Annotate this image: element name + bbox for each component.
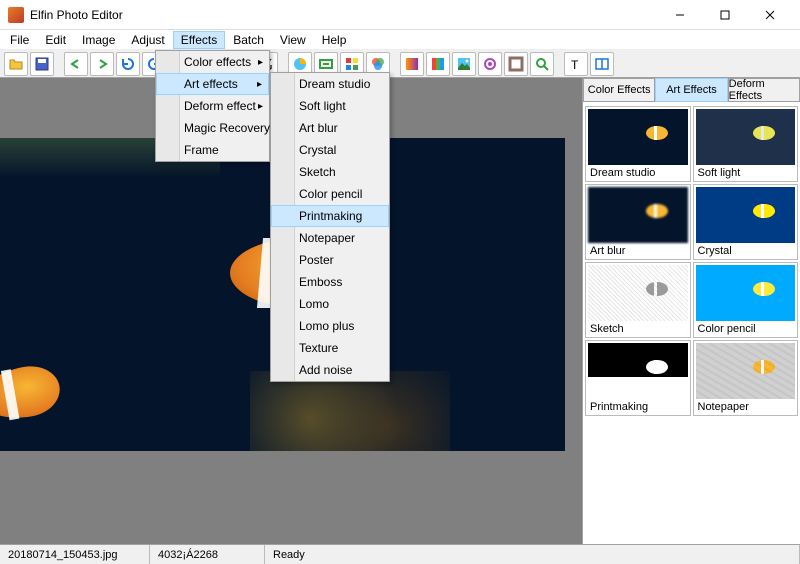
effect-thumb-notepaper[interactable]: Notepaper	[693, 340, 799, 416]
effects-menu-item-deform-effect[interactable]: Deform effect	[156, 95, 269, 117]
title-bar: Elfin Photo Editor	[0, 0, 800, 30]
effects-thumbnails-grid: Dream studio Soft light Art blur Crystal Ske…	[583, 102, 800, 544]
effects-menu-item-magic-recovery[interactable]: Magic Recovery	[156, 117, 269, 139]
undo-icon[interactable]	[64, 52, 88, 76]
effect-thumb-art-blur[interactable]: Art blur	[585, 184, 691, 260]
effect-thumb-soft-light[interactable]: Soft light	[693, 106, 799, 182]
border-icon[interactable]	[504, 52, 528, 76]
thumb-preview	[588, 265, 688, 321]
art-submenu-item-notepaper[interactable]: Notepaper	[271, 227, 389, 249]
thumb-label: Art blur	[588, 243, 688, 257]
lens-icon[interactable]	[478, 52, 502, 76]
art-submenu-item-art-blur[interactable]: Art blur	[271, 117, 389, 139]
window-title: Elfin Photo Editor	[30, 8, 657, 22]
redo-icon[interactable]	[90, 52, 114, 76]
thumb-label: Soft light	[696, 165, 796, 179]
art-submenu-item-crystal[interactable]: Crystal	[271, 139, 389, 161]
art-submenu-item-lomo-plus[interactable]: Lomo plus	[271, 315, 389, 337]
side-tab-color-effects[interactable]: Color Effects	[583, 78, 655, 102]
status-bar: 20180714_150453.jpg 4032¡Á2268 Ready	[0, 544, 800, 564]
art-submenu-item-texture[interactable]: Texture	[271, 337, 389, 359]
art-submenu-item-color-pencil[interactable]: Color pencil	[271, 183, 389, 205]
thumb-label: Notepaper	[696, 399, 796, 413]
effect-thumb-printmaking[interactable]: Printmaking	[585, 340, 691, 416]
menu-adjust[interactable]: Adjust	[123, 31, 172, 49]
panel-icon[interactable]	[590, 52, 614, 76]
app-icon	[8, 7, 24, 23]
menu-bar: FileEditImageAdjustEffectsBatchViewHelp	[0, 30, 800, 50]
thumb-preview	[696, 343, 796, 399]
art-submenu-item-dream-studio[interactable]: Dream studio	[271, 73, 389, 95]
landscape-icon[interactable]	[452, 52, 476, 76]
art-effects-submenu: Dream studioSoft lightArt blurCrystalSke…	[270, 72, 390, 382]
thumb-label: Dream studio	[588, 165, 688, 179]
close-button[interactable]	[747, 0, 792, 30]
side-panel-tabs: Color EffectsArt EffectsDeform Effects	[583, 78, 800, 102]
rotate-left-icon[interactable]	[116, 52, 140, 76]
status-state: Ready	[265, 545, 800, 564]
effect-thumb-dream-studio[interactable]: Dream studio	[585, 106, 691, 182]
thumb-label: Color pencil	[696, 321, 796, 335]
gradient-icon[interactable]	[400, 52, 424, 76]
art-submenu-item-sketch[interactable]: Sketch	[271, 161, 389, 183]
open-icon[interactable]	[4, 52, 28, 76]
thumb-label: Printmaking	[588, 399, 688, 413]
thumb-preview	[588, 343, 688, 399]
effect-thumb-color-pencil[interactable]: Color pencil	[693, 262, 799, 338]
effects-menu-item-frame[interactable]: Frame	[156, 139, 269, 161]
art-submenu-item-printmaking[interactable]: Printmaking	[271, 205, 389, 227]
menu-edit[interactable]: Edit	[37, 31, 74, 49]
effects-side-panel: Color EffectsArt EffectsDeform Effects D…	[582, 78, 800, 544]
effects-menu-popup: Color effectsArt effectsDeform effectMag…	[155, 50, 270, 162]
menu-file[interactable]: File	[2, 31, 37, 49]
minimize-button[interactable]	[657, 0, 702, 30]
toolbar: T	[0, 50, 800, 78]
status-filename: 20180714_150453.jpg	[0, 545, 150, 564]
thumb-preview	[696, 187, 796, 243]
side-tab-art-effects[interactable]: Art Effects	[655, 78, 727, 102]
art-submenu-item-add-noise[interactable]: Add noise	[271, 359, 389, 381]
menu-view[interactable]: View	[272, 31, 314, 49]
thumb-preview	[696, 109, 796, 165]
menu-help[interactable]: Help	[314, 31, 355, 49]
window-controls	[657, 0, 792, 30]
maximize-button[interactable]	[702, 0, 747, 30]
text-tool-icon[interactable]: T	[564, 52, 588, 76]
thumb-preview	[588, 109, 688, 165]
menu-image[interactable]: Image	[74, 31, 123, 49]
thumb-preview	[696, 265, 796, 321]
side-tab-deform-effects[interactable]: Deform Effects	[728, 78, 800, 102]
zoom-icon[interactable]	[530, 52, 554, 76]
main-area: Color EffectsArt EffectsDeform Effects D…	[0, 78, 800, 544]
status-dimensions: 4032¡Á2268	[150, 545, 265, 564]
art-submenu-item-emboss[interactable]: Emboss	[271, 271, 389, 293]
effect-thumb-sketch[interactable]: Sketch	[585, 262, 691, 338]
hue-icon[interactable]	[426, 52, 450, 76]
art-submenu-item-lomo[interactable]: Lomo	[271, 293, 389, 315]
effects-menu-item-color-effects[interactable]: Color effects	[156, 51, 269, 73]
menu-effects[interactable]: Effects	[173, 31, 225, 49]
effects-menu-item-art-effects[interactable]: Art effects	[156, 73, 269, 95]
effect-thumb-crystal[interactable]: Crystal	[693, 184, 799, 260]
save-icon[interactable]	[30, 52, 54, 76]
menu-batch[interactable]: Batch	[225, 31, 272, 49]
thumb-label: Sketch	[588, 321, 688, 335]
svg-text:T: T	[571, 58, 579, 72]
thumb-preview	[588, 187, 688, 243]
thumb-label: Crystal	[696, 243, 796, 257]
art-submenu-item-poster[interactable]: Poster	[271, 249, 389, 271]
art-submenu-item-soft-light[interactable]: Soft light	[271, 95, 389, 117]
